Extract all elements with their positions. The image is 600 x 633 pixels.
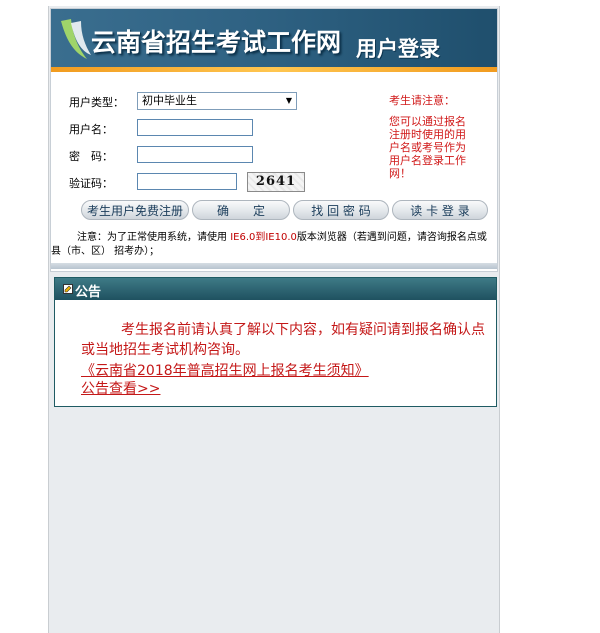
username-label: 用户名：	[69, 123, 113, 136]
site-banner: 云南省招生考试工作网 用户登录	[51, 9, 497, 69]
username-input[interactable]	[137, 119, 253, 136]
note-highlight: IE6.0到IE10.0	[230, 232, 297, 243]
chevron-down-icon: ▼	[285, 96, 292, 105]
register-button[interactable]: 考生用户免费注册	[81, 200, 189, 220]
captcha-image[interactable]: 2641	[247, 172, 305, 192]
edit-icon	[63, 284, 73, 294]
captcha-input[interactable]	[137, 173, 237, 190]
captcha-label: 验证码：	[69, 177, 113, 190]
login-panel: 云南省招生考试工作网 用户登录 用户类型： 初中毕业生 ▼ 用户名： 密 码： …	[50, 8, 498, 272]
announcement-text: 考生报名前请认真了解以下内容，如有疑问请到报名确认点或当地招生考试机构咨询。	[81, 322, 485, 358]
password-input[interactable]	[137, 146, 253, 163]
guide-link[interactable]: 《云南省2018年普高招生网上报名考生须知》	[81, 360, 369, 380]
site-logo-icon	[61, 19, 91, 59]
banner-subtitle: 用户登录	[356, 37, 440, 61]
user-type-select[interactable]: 初中毕业生 ▼	[137, 92, 297, 110]
banner-stripe	[51, 67, 497, 72]
view-announcement-link[interactable]: 公告查看>>	[81, 378, 160, 398]
confirm-button[interactable]: 确 定	[192, 200, 290, 220]
recover-password-button[interactable]: 找 回 密 码	[293, 200, 389, 220]
browser-note: 注意：为了正常使用系统，请使用 IE6.0到IE10.0版本浏览器（若遇到问题，…	[51, 231, 495, 259]
announcement-title: 公告	[75, 285, 102, 300]
password-label: 密 码：	[69, 150, 113, 163]
note-prefix: 注意：为了正常使用系统，请使用	[77, 232, 231, 243]
user-type-value: 初中毕业生	[142, 94, 197, 107]
notice-title: 考生请注意：	[389, 94, 455, 107]
card-login-button[interactable]: 读 卡 登 录	[392, 200, 488, 220]
notice-body: 您可以通过报名注册时使用的用户名或考号作为用户名登录工作网！	[389, 115, 466, 180]
user-type-label: 用户类型：	[69, 96, 124, 109]
panel-divider	[51, 263, 497, 269]
announcement-header: 公告	[55, 278, 496, 300]
banner-title: 云南省招生考试工作网	[91, 28, 342, 57]
announcement-panel: 公告 考生报名前请认真了解以下内容，如有疑问请到报名确认点或当地招生考试机构咨询…	[54, 277, 497, 407]
